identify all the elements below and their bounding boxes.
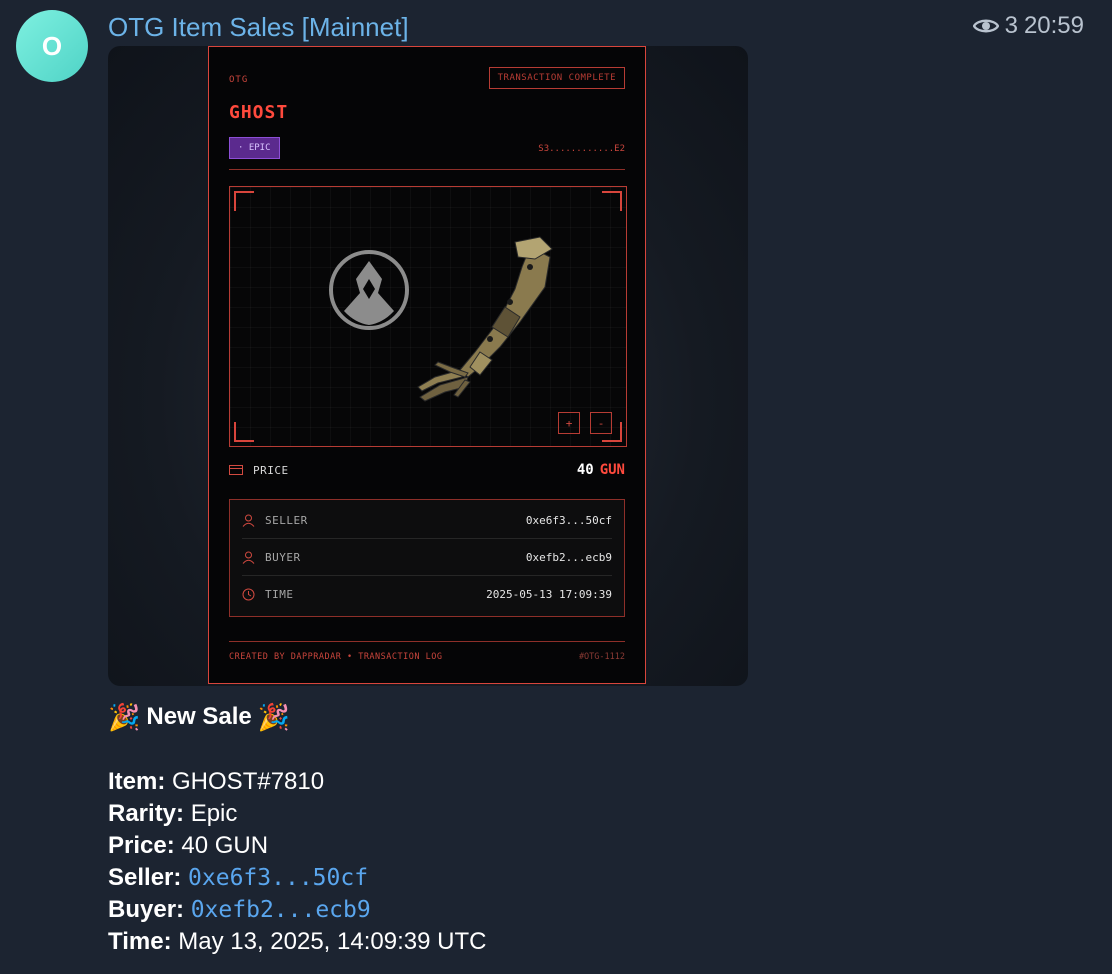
seller-value: 0xe6f3...50cf [525, 513, 612, 527]
seller-line: Seller: 0xe6f3...50cf [108, 862, 1088, 894]
footer-credit: CREATED BY DAPPRADAR • TRANSACTION LOG [229, 652, 443, 662]
buyer-link[interactable]: 0xefb2...ecb9 [191, 897, 371, 923]
buyer-value: 0xefb2...ecb9 [525, 550, 612, 564]
time-value: 2025-05-13 17:09:39 [486, 587, 612, 601]
sale-card: OTG TRANSACTION COMPLETE GHOST · EPIC S3… [208, 46, 646, 684]
seller-label: SELLER [265, 513, 308, 527]
buyer-label: BUYER [265, 550, 301, 564]
zoom-out-button[interactable]: - [590, 412, 612, 434]
item-line: Item: GHOST#7810 [108, 766, 1088, 798]
time-row: TIME 2025-05-13 17:09:39 [242, 576, 612, 612]
time-line: Time: May 13, 2025, 14:09:39 UTC [108, 926, 1088, 958]
corner-bracket [602, 191, 622, 211]
price-key: Price: [108, 832, 175, 859]
time-key: Time: [108, 928, 172, 955]
price-line: Price: 40 GUN [108, 830, 1088, 862]
card-icon [229, 465, 243, 475]
sale-image[interactable]: OTG TRANSACTION COMPLETE GHOST · EPIC S3… [108, 46, 748, 686]
buyer-line: Buyer: 0xefb2...ecb9 [108, 894, 1088, 926]
buyer-key: Buyer: [108, 896, 185, 923]
price-amount: 40 [576, 462, 594, 478]
time-label: TIME [265, 587, 294, 601]
rarity-line: Rarity: Epic [108, 798, 1088, 830]
rarity-badge: · EPIC [229, 137, 280, 159]
user-icon [242, 551, 255, 564]
footer-id: #OTG-1112 [578, 652, 625, 662]
zoom-in-button[interactable]: + [558, 412, 580, 434]
season-label: S3............E2 [538, 144, 625, 154]
time-text: May 13, 2025, 14:09:39 UTC [178, 928, 487, 955]
status-badge: TRANSACTION COMPLETE [488, 67, 625, 89]
seller-link[interactable]: 0xe6f3...50cf [188, 865, 368, 891]
rarity-value: Epic [190, 800, 238, 827]
divider [229, 169, 625, 170]
user-icon [242, 514, 255, 527]
channel-avatar[interactable]: O [16, 10, 88, 82]
headline-text: New Sale [146, 703, 252, 730]
price-label: PRICE [253, 463, 289, 477]
party-popper-icon: 🎉 [257, 702, 291, 732]
transaction-details: SELLER 0xe6f3...50cf BUYER 0xefb2...ecb9… [229, 499, 625, 617]
headline: 🎉 New Sale 🎉 [108, 700, 1088, 734]
price-text: 40 GUN [181, 832, 269, 859]
item-value: GHOST#7810 [172, 768, 325, 795]
buyer-row: BUYER 0xefb2...ecb9 [242, 539, 612, 576]
channel-name[interactable]: OTG Item Sales [Mainnet] [108, 12, 409, 43]
clock-icon [242, 588, 255, 600]
footer-divider [229, 641, 625, 642]
message-time: 20:59 [1023, 12, 1084, 39]
brand-label: OTG [229, 75, 249, 85]
item-viewer: + - [229, 186, 627, 447]
eye-icon [972, 19, 999, 33]
price-currency: GUN [599, 462, 625, 478]
corner-bracket [234, 191, 254, 211]
seller-key: Seller: [108, 864, 182, 891]
price-row: PRICE 40 GUN [229, 460, 625, 480]
message-text: 🎉 New Sale 🎉 Item: GHOST#7810 Rarity: Ep… [108, 700, 1088, 958]
party-popper-icon: 🎉 [108, 702, 141, 732]
item-title: GHOST [229, 102, 289, 123]
rarity-key: Rarity: [108, 800, 185, 827]
robotic-arm-image [417, 236, 553, 402]
corner-bracket [234, 422, 254, 442]
price-value: 40 GUN [577, 462, 625, 478]
view-count: 3 [1004, 12, 1018, 39]
item-key: Item: [108, 768, 166, 795]
seller-row: SELLER 0xe6f3...50cf [242, 502, 612, 539]
message-meta: 3 20:59 [972, 12, 1084, 40]
